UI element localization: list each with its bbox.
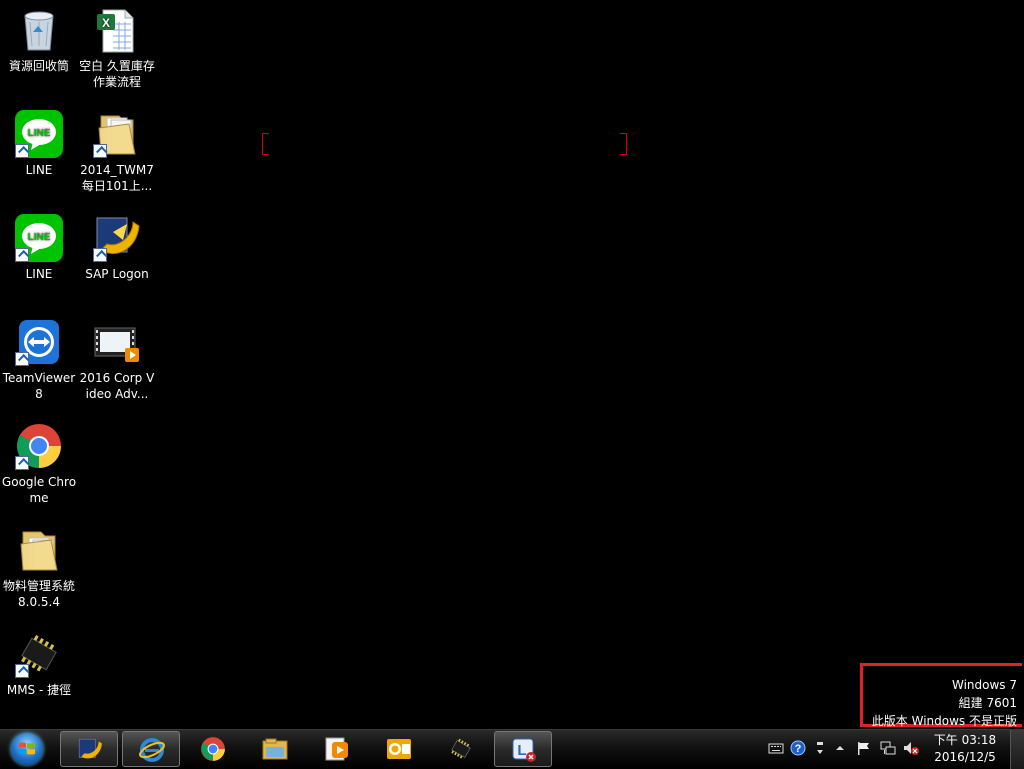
- folder-icon: [93, 110, 141, 158]
- shortcut-arrow-icon: [15, 664, 29, 678]
- show-desktop-button[interactable]: [1010, 730, 1024, 769]
- taskbar: L ? 下午 03:18 2016/12/5: [0, 729, 1024, 769]
- desktop-icon-label: Google Chrome: [1, 475, 77, 505]
- taskbar-internet-explorer[interactable]: [122, 731, 180, 767]
- desktop-icon-google-chrome[interactable]: Google Chrome: [1, 422, 77, 506]
- media-player-icon: [324, 736, 350, 762]
- chip-icon: [15, 630, 63, 678]
- chrome-icon: [200, 736, 226, 762]
- shortcut-arrow-icon: [93, 144, 107, 158]
- desktop-icon-line-2[interactable]: LINE LINE: [1, 214, 77, 282]
- desktop-icon-corp-video[interactable]: 2016 Corp Video Adv...: [79, 318, 155, 402]
- sap-logon-icon: [93, 214, 141, 262]
- file-explorer-icon: [262, 736, 288, 762]
- network-icon[interactable]: [880, 740, 896, 756]
- desktop-icon-twm7-folder[interactable]: 2014_TWM7每日101上...: [79, 110, 155, 194]
- video-file-icon: [93, 318, 141, 366]
- svg-text:?: ?: [795, 743, 802, 755]
- taskbar-outlook[interactable]: [370, 731, 428, 767]
- taskbar-media-player[interactable]: [308, 731, 366, 767]
- sap-logon-icon: [77, 737, 103, 763]
- desktop-icon-recycle-bin[interactable]: 資源回收筒: [1, 6, 77, 74]
- desktop-icon-label: LINE: [25, 267, 53, 281]
- desktop: 資源回收筒 LINE LINE LINE LINE TeamViewer 8 G…: [0, 0, 1024, 729]
- watermark-build: 組建 7601: [958, 696, 1017, 710]
- taskbar-file-explorer[interactable]: [246, 731, 304, 767]
- windows-activation-watermark: Windows 7 組建 7601 此版本 Windows 不是正版: [860, 663, 1022, 728]
- desktop-icon-label: TeamViewer 8: [2, 371, 76, 401]
- desktop-icon-label: 物料管理系統 8.0.5.4: [2, 579, 75, 609]
- excel-file-icon: X: [93, 6, 141, 54]
- teamviewer-icon: [15, 318, 63, 366]
- shortcut-arrow-icon: [93, 248, 107, 262]
- windows-start-orb-icon: [11, 733, 43, 765]
- desktop-icon-label: MMS - 捷徑: [6, 683, 72, 697]
- desktop-icon-label: 2014_TWM7每日101上...: [80, 163, 154, 193]
- shortcut-arrow-icon: [15, 352, 29, 366]
- shortcut-arrow-icon: [15, 144, 29, 158]
- svg-text:L: L: [517, 742, 526, 759]
- svg-text:LINE: LINE: [28, 128, 51, 139]
- taskbar-mms[interactable]: [432, 731, 490, 767]
- chip-icon: [448, 736, 474, 762]
- desktop-icon-label: 空白 久置庫存作業流程: [79, 59, 155, 89]
- desktop-icon-teamviewer[interactable]: TeamViewer 8: [1, 318, 77, 402]
- desktop-icon-label: 資源回收筒: [8, 59, 69, 73]
- taskbar-lync[interactable]: L: [494, 731, 552, 767]
- system-clock[interactable]: 下午 03:18 2016/12/5: [925, 732, 1005, 766]
- recycle-bin-icon: [15, 6, 63, 54]
- chrome-icon: [15, 422, 63, 470]
- show-hidden-icons-chevron-up-icon[interactable]: [832, 740, 848, 756]
- svg-text:X: X: [102, 16, 110, 30]
- desktop-icon-line-1[interactable]: LINE LINE: [1, 110, 77, 178]
- help-icon[interactable]: ?: [790, 740, 806, 756]
- clock-time: 下午 03:18: [933, 733, 997, 747]
- watermark-os-name: Windows 7: [951, 678, 1017, 692]
- line-app-icon: LINE: [15, 214, 63, 262]
- desktop-icon-label: 2016 Corp Video Adv...: [79, 371, 155, 401]
- action-center-flag-icon[interactable]: [856, 740, 872, 756]
- taskbar-chrome[interactable]: [184, 731, 242, 767]
- svg-text:LINE: LINE: [28, 232, 51, 243]
- outlook-icon: [386, 736, 412, 762]
- lync-icon: L: [511, 737, 537, 763]
- start-button[interactable]: [3, 731, 51, 767]
- desktop-icon-excel-inventory[interactable]: X 空白 久置庫存作業流程: [79, 6, 155, 90]
- shortcut-arrow-icon: [15, 248, 29, 262]
- internet-explorer-icon: [139, 737, 165, 763]
- desktop-icon-material-system-folder[interactable]: 物料管理系統 8.0.5.4: [1, 526, 77, 610]
- desktop-icon-sap-logon[interactable]: SAP Logon: [79, 214, 155, 282]
- taskbar-sap-logon[interactable]: [60, 731, 118, 767]
- line-app-icon: LINE: [15, 110, 63, 158]
- keyboard-icon[interactable]: [768, 740, 784, 756]
- clock-date: 2016/12/5: [934, 750, 996, 764]
- selection-corner-marker: [620, 140, 627, 155]
- desktop-icon-label: LINE: [25, 163, 53, 177]
- language-bar-options-icon[interactable]: [812, 740, 828, 756]
- volume-muted-icon[interactable]: [903, 740, 919, 756]
- selection-corner-marker: [262, 140, 269, 155]
- watermark-not-genuine: 此版本 Windows 不是正版: [871, 714, 1017, 728]
- shortcut-arrow-icon: [15, 456, 29, 470]
- folder-icon: [15, 526, 63, 574]
- desktop-icon-label: SAP Logon: [85, 267, 149, 281]
- desktop-icon-mms-shortcut[interactable]: MMS - 捷徑: [1, 630, 77, 698]
